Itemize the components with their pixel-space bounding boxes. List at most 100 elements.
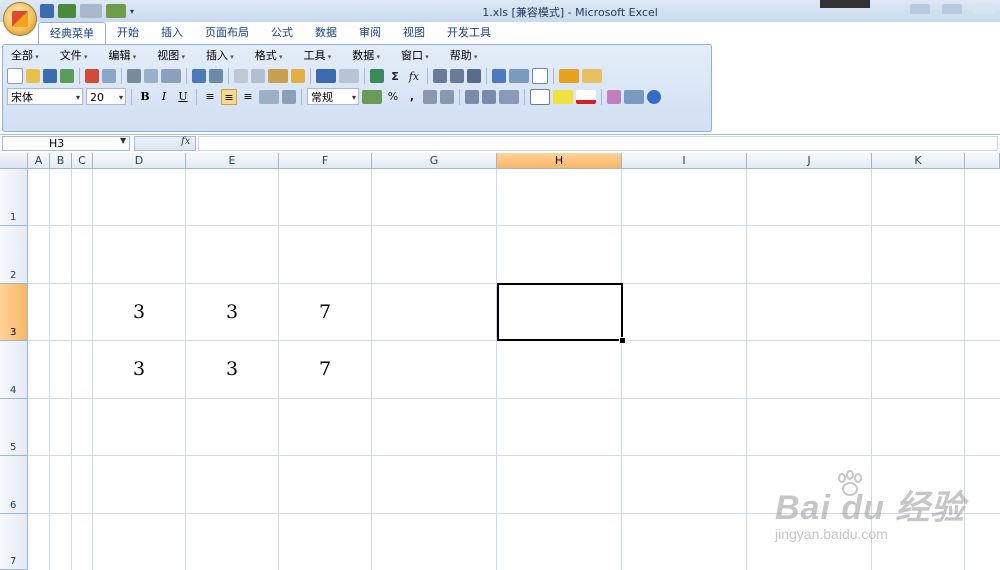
font-color-icon[interactable]	[576, 89, 596, 104]
open-icon[interactable]	[26, 69, 40, 83]
format-painter-icon[interactable]	[291, 69, 305, 83]
column-header-l[interactable]	[965, 153, 1000, 169]
paste-icon[interactable]	[268, 69, 288, 83]
autosum-icon[interactable]: Σ	[387, 70, 403, 83]
align-left-button[interactable]: ≡	[202, 89, 218, 105]
styles-icon[interactable]	[607, 89, 621, 104]
increase-indent-icon[interactable]	[482, 89, 496, 104]
conditional-format-icon[interactable]	[559, 69, 579, 83]
menu-window[interactable]: 窗口	[397, 49, 436, 64]
borders-icon[interactable]	[530, 88, 550, 105]
fill-handle[interactable]	[619, 337, 626, 344]
column-header-a[interactable]: A	[28, 153, 50, 169]
column-header-d[interactable]: D	[93, 153, 186, 169]
pdf-icon[interactable]	[85, 69, 99, 83]
column-header-e[interactable]: E	[186, 153, 279, 169]
help-icon[interactable]	[647, 89, 661, 104]
insert-function-icon[interactable]: fx	[181, 136, 190, 147]
chart-icon[interactable]	[492, 69, 506, 83]
font-name-select[interactable]: 宋体	[7, 88, 83, 106]
insert-function-icon[interactable]: fx	[406, 70, 422, 83]
percent-button[interactable]: %	[385, 90, 401, 103]
column-header-j[interactable]: J	[747, 153, 872, 169]
row-header-6[interactable]: 6	[0, 456, 28, 514]
cell-e4[interactable]: 3	[186, 358, 278, 380]
row-header-5[interactable]: 5	[0, 399, 28, 456]
cell-e3[interactable]: 3	[186, 301, 278, 323]
number-format-select[interactable]: 常规	[307, 88, 359, 106]
column-header-h[interactable]: H	[497, 153, 622, 169]
save-icon[interactable]	[43, 69, 57, 83]
select-all-corner[interactable]	[0, 153, 28, 169]
copy-icon[interactable]	[251, 69, 265, 83]
print-preview-icon[interactable]	[144, 69, 158, 83]
cell-f3[interactable]: 7	[279, 301, 371, 323]
sort-ascending-icon[interactable]	[433, 69, 447, 83]
tab-developer[interactable]: 开发工具	[436, 22, 502, 44]
tab-page-layout[interactable]: 页面布局	[194, 22, 260, 44]
permission-icon[interactable]	[60, 69, 74, 83]
new-icon[interactable]	[7, 68, 23, 84]
cell-d3[interactable]: 3	[93, 301, 185, 323]
menu-file[interactable]: 文件	[56, 49, 95, 64]
drawing-icon[interactable]	[509, 69, 529, 83]
row-header-1[interactable]: 1	[0, 169, 28, 226]
undo-icon[interactable]	[316, 69, 336, 83]
menu-view[interactable]: 视图	[153, 49, 192, 64]
spelling-icon[interactable]	[192, 69, 206, 83]
column-header-f[interactable]: F	[279, 153, 372, 169]
row-header-4[interactable]: 4	[0, 341, 28, 399]
column-header-g[interactable]: G	[372, 153, 497, 169]
comma-style-button[interactable]: ,	[404, 90, 420, 103]
tab-classic-menu[interactable]: 经典菜单	[38, 22, 106, 44]
formula-input[interactable]	[198, 136, 998, 151]
decrease-indent-icon[interactable]	[465, 89, 479, 104]
close-button[interactable]	[974, 4, 994, 14]
column-header-i[interactable]: I	[622, 153, 747, 169]
cut-icon[interactable]	[234, 69, 248, 83]
tab-home[interactable]: 开始	[106, 22, 150, 44]
align-center-button[interactable]: ≡	[221, 88, 237, 105]
align-right-button[interactable]: ≡	[240, 89, 256, 105]
row-header-2[interactable]: 2	[0, 226, 28, 284]
table-icon[interactable]	[532, 68, 548, 84]
menu-insert[interactable]: 插入	[202, 49, 241, 64]
tab-review[interactable]: 审阅	[348, 22, 392, 44]
tab-view[interactable]: 视图	[392, 22, 436, 44]
redo-icon[interactable]	[339, 69, 359, 83]
find-icon[interactable]	[624, 89, 644, 104]
print-icon[interactable]	[127, 69, 141, 83]
name-box[interactable]: H3	[2, 136, 130, 151]
email-icon[interactable]	[102, 69, 116, 83]
decrease-decimal-icon[interactable]	[440, 89, 454, 104]
active-cell-h3[interactable]	[497, 283, 623, 341]
maximize-button[interactable]	[942, 4, 962, 14]
cell-d4[interactable]: 3	[93, 358, 185, 380]
menu-format[interactable]: 格式	[251, 49, 290, 64]
tab-formulas[interactable]: 公式	[260, 22, 304, 44]
menu-tools[interactable]: 工具	[300, 49, 339, 64]
cell-style-icon[interactable]	[582, 69, 602, 83]
text-direction-icon[interactable]	[499, 89, 519, 104]
increase-decimal-icon[interactable]	[423, 89, 437, 104]
fill-color-icon[interactable]	[553, 89, 573, 104]
page-setup-icon[interactable]	[161, 69, 181, 83]
office-button[interactable]	[3, 2, 37, 36]
italic-button[interactable]: I	[156, 89, 172, 105]
sort-descending-icon[interactable]	[450, 69, 464, 83]
filter-icon[interactable]	[467, 69, 481, 83]
column-header-k[interactable]: K	[872, 153, 965, 169]
column-header-b[interactable]: B	[50, 153, 72, 169]
hyperlink-icon[interactable]	[370, 69, 384, 83]
minimize-button[interactable]	[910, 4, 930, 14]
row-header-3[interactable]: 3	[0, 284, 28, 341]
wrap-text-icon[interactable]	[282, 89, 296, 104]
tab-insert[interactable]: 插入	[150, 22, 194, 44]
underline-button[interactable]: U	[175, 89, 191, 105]
menu-edit[interactable]: 编辑	[105, 49, 144, 64]
column-header-c[interactable]: C	[72, 153, 93, 169]
menu-help[interactable]: 帮助	[446, 49, 485, 64]
menu-data[interactable]: 数据	[348, 49, 387, 64]
font-size-select[interactable]: 20	[86, 88, 126, 106]
currency-icon[interactable]	[362, 89, 382, 104]
